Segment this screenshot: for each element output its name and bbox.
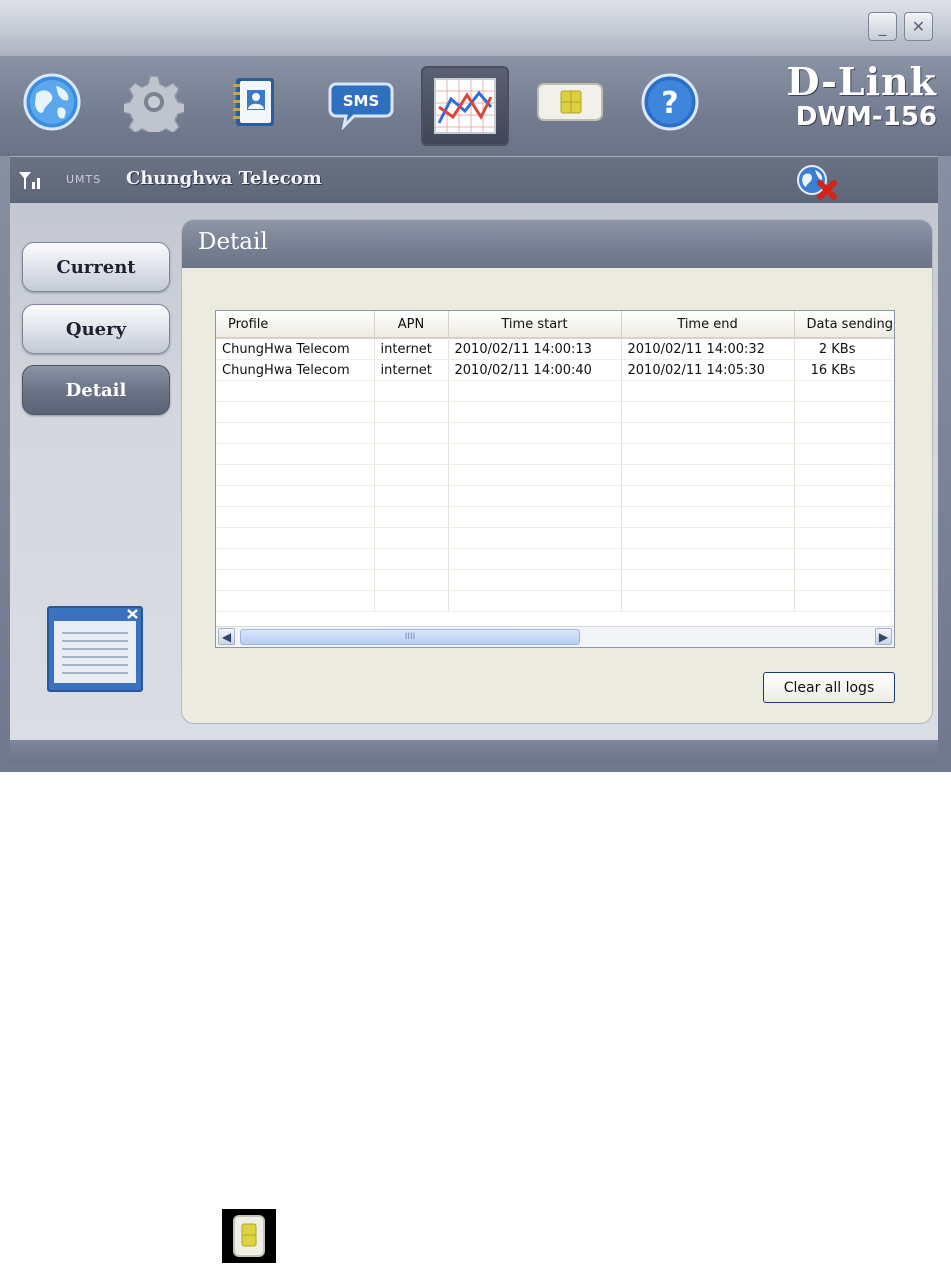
table-row (216, 569, 894, 591)
bottom-frame (10, 740, 938, 764)
signal-strength-icon (18, 170, 44, 194)
cell-data-sending: 2 KBs (794, 338, 894, 360)
disconnected-globe-icon[interactable] (796, 164, 840, 204)
scrollbar-thumb[interactable]: IIII (240, 629, 580, 645)
status-bar: UMTS Chunghwa Telecom (10, 156, 938, 203)
table-row (216, 464, 894, 486)
cell-apn: internet (374, 359, 449, 381)
title-bar (0, 0, 951, 58)
globe-icon[interactable] (22, 72, 82, 132)
cell-time-end: 2010/02/11 14:00:32 (621, 338, 795, 360)
table-row (216, 548, 894, 570)
table-row (216, 401, 894, 423)
table-row (216, 443, 894, 465)
column-header-time-end[interactable]: Time end (621, 311, 795, 339)
table-row (216, 506, 894, 528)
connection-log-table[interactable]: Profile APN Time start Time end Data sen… (215, 310, 895, 648)
table-row (216, 485, 894, 507)
table-row[interactable]: ChungHwa Telecom internet 2010/02/11 14:… (216, 359, 894, 381)
contacts-book-icon[interactable] (224, 72, 284, 132)
network-type: UMTS (66, 173, 102, 186)
cell-profile: ChungHwa Telecom (216, 359, 375, 381)
nav-detail-button[interactable]: Detail (22, 365, 170, 415)
sms-icon[interactable]: SMS (328, 72, 394, 132)
cell-profile: ChungHwa Telecom (216, 338, 375, 360)
app-window: _ ✕ SMS ? D-Link DWM-156 UMTS Chunghwa T… (0, 0, 951, 772)
scroll-left-arrow-icon[interactable]: ◀ (218, 628, 235, 645)
cell-time-start: 2010/02/11 14:00:40 (448, 359, 622, 381)
sim-card-small-icon (222, 1209, 276, 1263)
brand-logo: D-Link DWM-156 (786, 59, 937, 133)
detail-panel: Detail Profile APN Time start Time end D… (182, 220, 932, 723)
column-header-time-start[interactable]: Time start (448, 311, 622, 339)
minimize-button[interactable]: _ (868, 12, 897, 41)
cell-data-sending: 16 KBs (794, 359, 894, 381)
panel-title: Detail (198, 229, 268, 255)
model-name: DWM-156 (795, 102, 937, 132)
nav-current-button[interactable]: Current (22, 242, 170, 292)
column-header-profile[interactable]: Profile (216, 311, 375, 339)
nav-query-button[interactable]: Query (22, 304, 170, 354)
sms-label: SMS (343, 92, 380, 110)
cell-apn: internet (374, 338, 449, 360)
sim-card-icon[interactable] (536, 72, 604, 132)
cell-time-end: 2010/02/11 14:05:30 (621, 359, 795, 381)
table-row (216, 590, 894, 612)
scroll-right-arrow-icon[interactable]: ▶ (875, 628, 892, 645)
column-header-data-sending[interactable]: Data sending (794, 311, 894, 339)
help-icon[interactable]: ? (640, 72, 700, 132)
table-row (216, 422, 894, 444)
close-button[interactable]: ✕ (904, 12, 933, 41)
table-row (216, 527, 894, 549)
brand-name: D-Link (786, 59, 937, 104)
statistics-chart-icon[interactable] (421, 66, 509, 146)
column-header-apn[interactable]: APN (374, 311, 449, 339)
table-row[interactable]: ChungHwa Telecom internet 2010/02/11 14:… (216, 338, 894, 360)
content-area: Current Query Detail Detail Profile APN … (10, 203, 938, 740)
panel-header (182, 220, 932, 268)
window-note-icon (46, 605, 144, 697)
gear-icon[interactable] (124, 72, 184, 132)
table-row (216, 380, 894, 402)
table-header-row: Profile APN Time start Time end Data sen… (216, 311, 894, 339)
cell-time-start: 2010/02/11 14:00:13 (448, 338, 622, 360)
carrier-name: Chunghwa Telecom (126, 168, 322, 189)
help-label: ? (661, 86, 678, 121)
clear-all-logs-button[interactable]: Clear all logs (763, 672, 895, 703)
horizontal-scrollbar[interactable]: ◀ IIII ▶ (216, 626, 894, 647)
